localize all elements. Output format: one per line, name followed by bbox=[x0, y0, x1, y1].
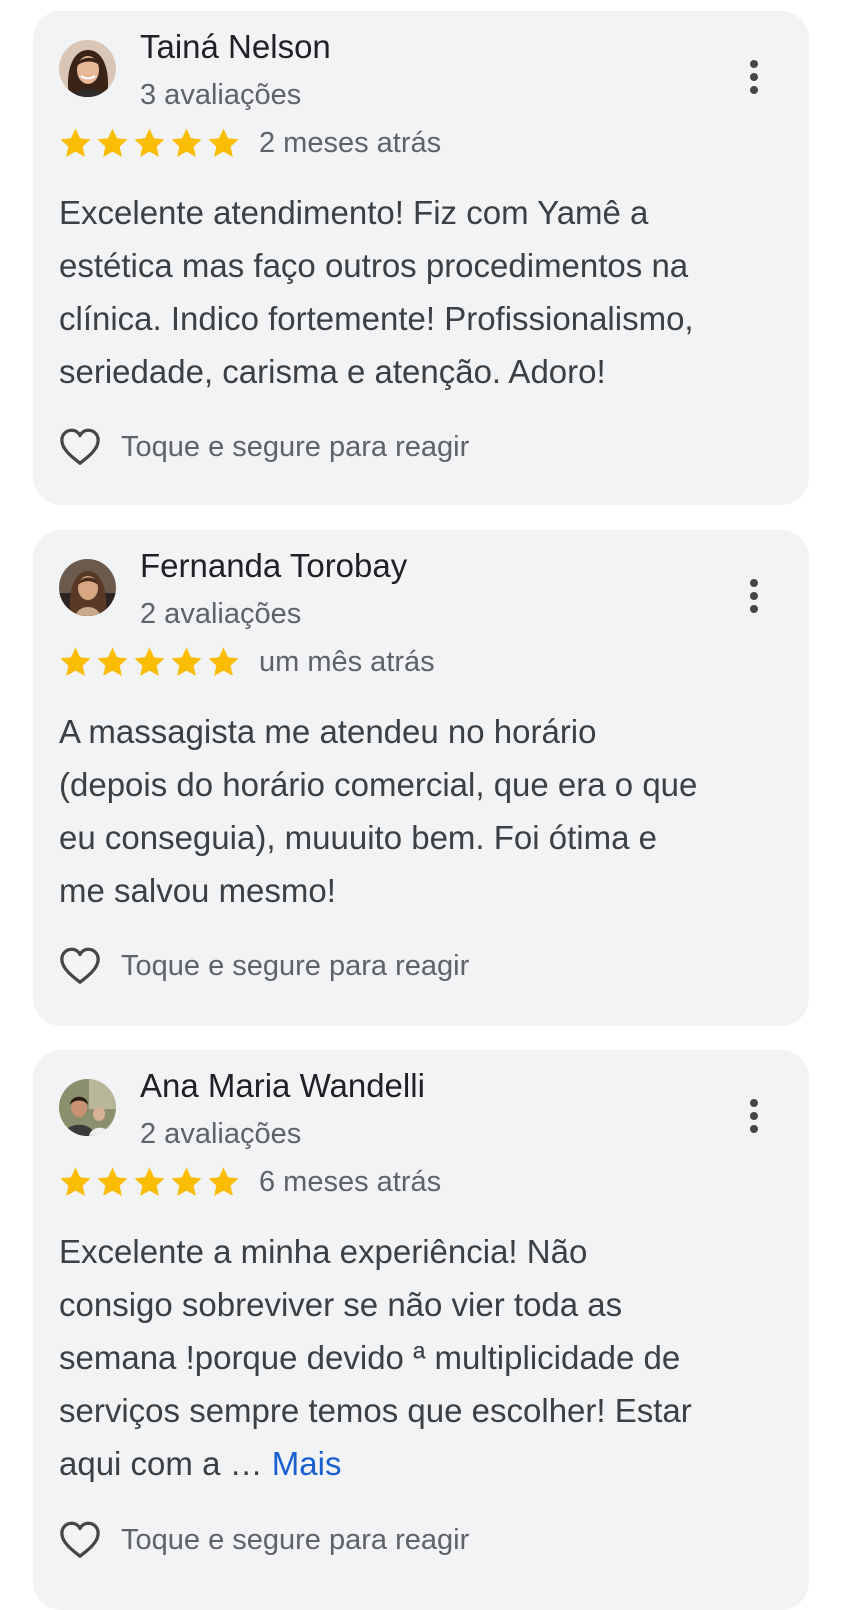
star-icon bbox=[132, 1165, 167, 1200]
more-vert-icon bbox=[750, 60, 758, 68]
more-vert-icon bbox=[750, 579, 758, 587]
review-time: 6 meses atrás bbox=[259, 1165, 442, 1198]
star-icon bbox=[206, 645, 241, 680]
react-label: Toque e segure para reagir bbox=[121, 949, 470, 982]
more-options-button[interactable] bbox=[739, 1094, 769, 1138]
review-time: um mês atrás bbox=[259, 645, 435, 678]
more-vert-icon bbox=[750, 1099, 758, 1107]
avatar-photo bbox=[59, 1079, 116, 1136]
avatar-photo bbox=[59, 40, 116, 97]
review-time: 2 meses atrás bbox=[259, 126, 442, 159]
heart-icon bbox=[57, 1519, 103, 1561]
more-options-button[interactable] bbox=[739, 55, 769, 99]
react-button[interactable]: Toque e segure para reagir bbox=[57, 1518, 469, 1562]
reviewer-avatar[interactable] bbox=[59, 559, 116, 616]
reviewer-review-count: 2 avaliações bbox=[140, 598, 302, 630]
reviewer-name[interactable]: Ana Maria Wandelli bbox=[140, 1066, 425, 1106]
review-card: Ana Maria Wandelli 2 avaliações 6 meses … bbox=[33, 1050, 809, 1610]
rating-row: 2 meses atrás bbox=[58, 123, 441, 163]
reviewer-avatar[interactable] bbox=[59, 1079, 116, 1136]
reviewer-review-count: 2 avaliações bbox=[140, 1118, 302, 1150]
star-rating bbox=[58, 645, 243, 680]
reviewer-name[interactable]: Tainá Nelson bbox=[140, 27, 331, 67]
review-text: Excelente a minha experiência! Não consi… bbox=[59, 1225, 799, 1490]
reviewer-name[interactable]: Fernanda Torobay bbox=[140, 546, 407, 586]
react-button[interactable]: Toque e segure para reagir bbox=[57, 944, 469, 988]
more-options-button[interactable] bbox=[739, 574, 769, 618]
review-card: Tainá Nelson 3 avaliações 2 meses atrás … bbox=[33, 11, 809, 505]
star-rating bbox=[58, 126, 243, 161]
star-icon bbox=[58, 1165, 93, 1200]
star-icon bbox=[206, 1165, 241, 1200]
rating-row: um mês atrás bbox=[58, 642, 435, 682]
reviewer-review-count: 3 avaliações bbox=[140, 79, 302, 111]
star-rating bbox=[58, 1165, 243, 1200]
star-icon bbox=[58, 645, 93, 680]
star-icon bbox=[206, 126, 241, 161]
review-card: Fernanda Torobay 2 avaliações um mês atr… bbox=[33, 530, 809, 1026]
react-label: Toque e segure para reagir bbox=[121, 430, 470, 463]
review-text-body: Excelente a minha experiência! Não consi… bbox=[59, 1233, 692, 1482]
star-icon bbox=[95, 1165, 130, 1200]
review-text: Excelente atendimento! Fiz com Yamê a es… bbox=[59, 194, 694, 390]
react-label: Toque e segure para reagir bbox=[121, 1523, 470, 1556]
star-icon bbox=[132, 126, 167, 161]
star-icon bbox=[58, 126, 93, 161]
heart-icon bbox=[57, 945, 103, 987]
star-icon bbox=[169, 1165, 204, 1200]
star-icon bbox=[132, 645, 167, 680]
heart-icon bbox=[57, 426, 103, 468]
star-icon bbox=[169, 645, 204, 680]
rating-row: 6 meses atrás bbox=[58, 1162, 441, 1202]
star-icon bbox=[95, 645, 130, 680]
avatar-photo bbox=[59, 559, 116, 616]
star-icon bbox=[95, 126, 130, 161]
read-more-link[interactable]: Mais bbox=[272, 1445, 342, 1482]
reviewer-avatar[interactable] bbox=[59, 40, 116, 97]
star-icon bbox=[169, 126, 204, 161]
review-text: A massagista me atendeu no horário (depo… bbox=[59, 713, 698, 909]
react-button[interactable]: Toque e segure para reagir bbox=[57, 425, 469, 469]
